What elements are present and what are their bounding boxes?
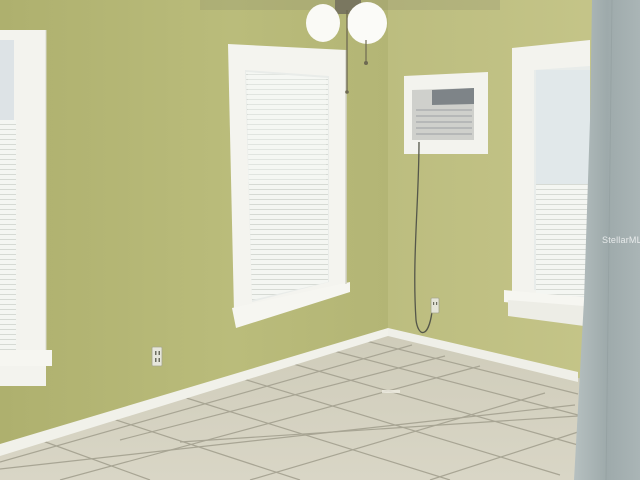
power-outlet-icon xyxy=(430,297,440,314)
right-window xyxy=(504,40,590,326)
power-outlet-icon xyxy=(151,346,163,367)
left-window xyxy=(0,30,52,386)
room-scene xyxy=(0,0,640,480)
center-window xyxy=(228,44,350,328)
watermark: StellarMLS xyxy=(602,235,640,245)
